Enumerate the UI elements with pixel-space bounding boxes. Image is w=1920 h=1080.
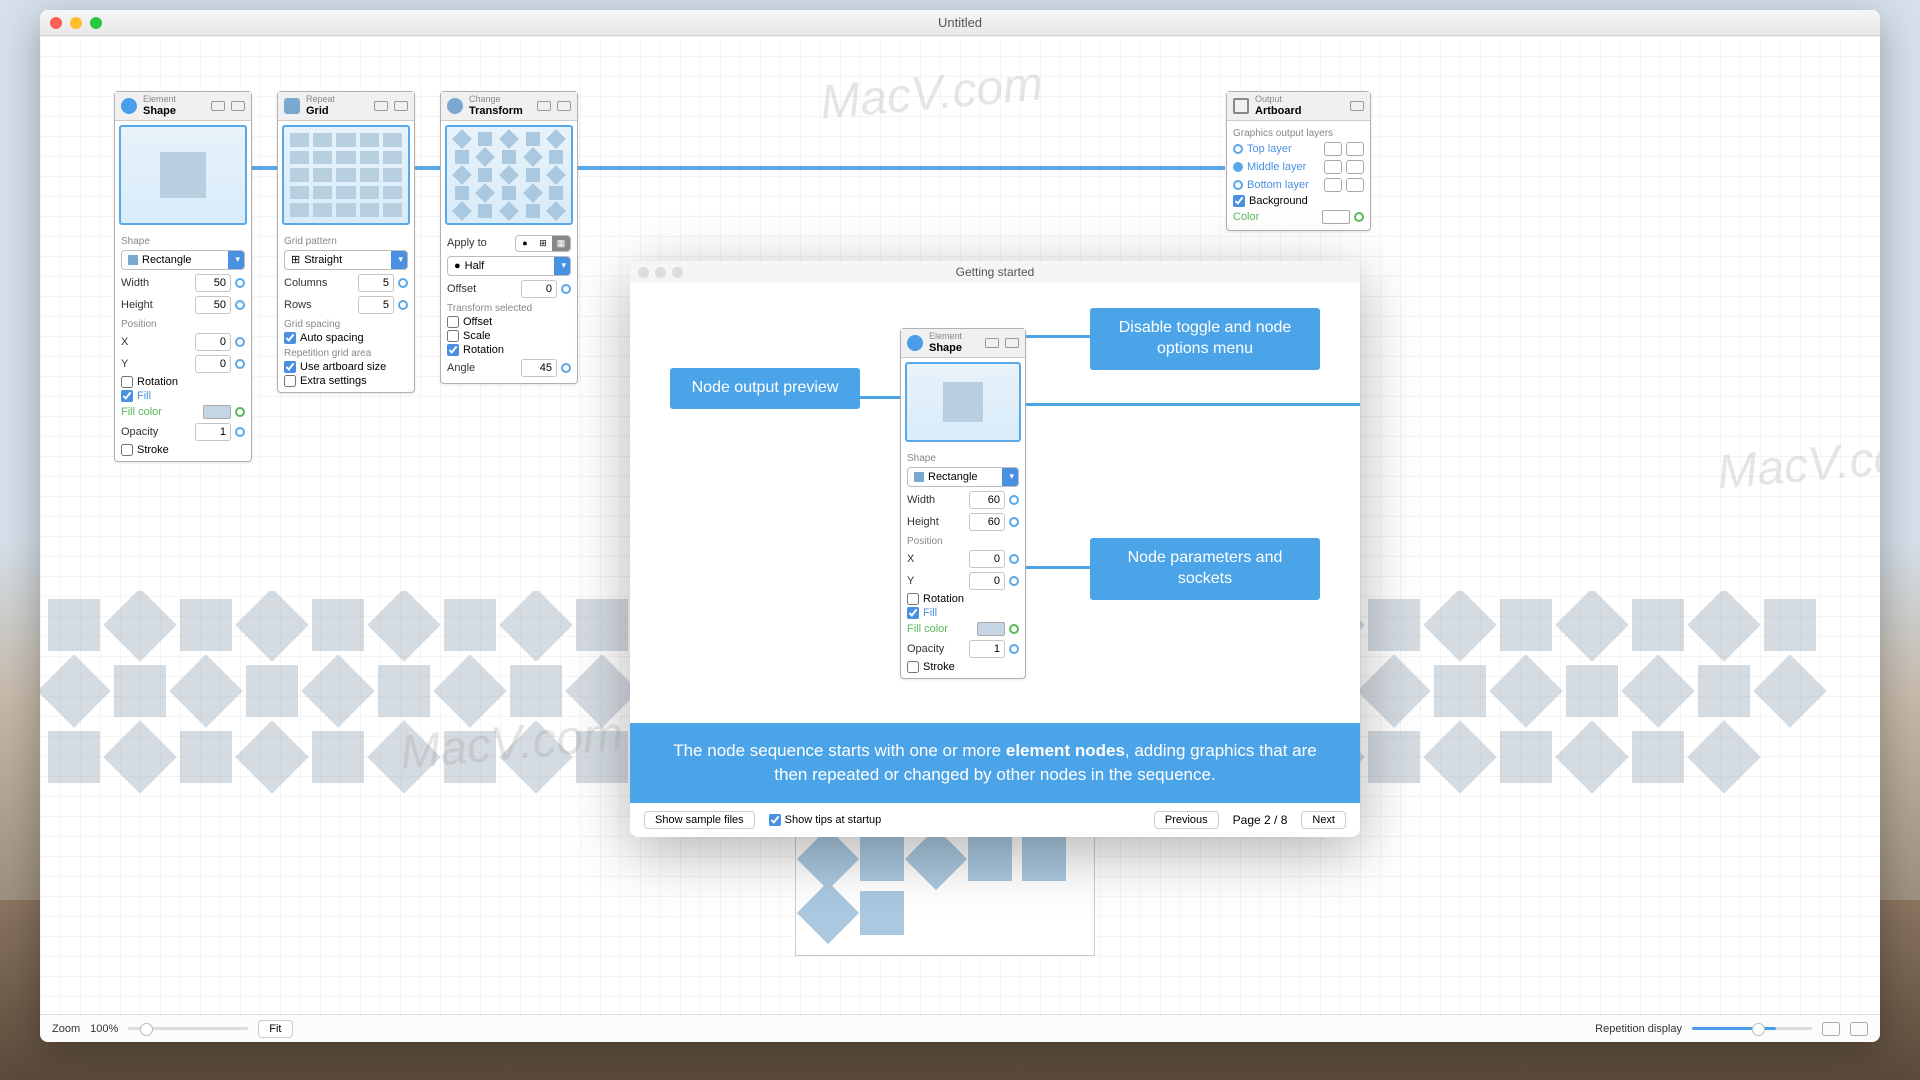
node-grid[interactable]: RepeatGrid Grid pattern ⊞Straight▾ Colum… <box>277 91 415 393</box>
socket[interactable] <box>235 359 245 369</box>
menu-icon[interactable] <box>1350 101 1364 111</box>
callout-params: Node parameters and sockets <box>1090 538 1320 600</box>
artboard-icon <box>1233 98 1249 114</box>
width-input[interactable] <box>195 274 231 292</box>
menu-icon[interactable] <box>557 101 571 111</box>
canvas[interactable]: ElementShape Shape Rectangle▾ Width Heig… <box>40 36 1880 1014</box>
rows-input[interactable] <box>358 296 394 314</box>
y-input[interactable] <box>195 355 231 373</box>
tutorial-message: The node sequence starts with one or mor… <box>630 723 1360 803</box>
node-preview <box>282 125 410 225</box>
visibility-toggle[interactable] <box>211 101 225 111</box>
socket[interactable] <box>1354 212 1364 222</box>
extra-checkbox[interactable] <box>284 375 296 387</box>
socket[interactable] <box>235 278 245 288</box>
menu-icon[interactable] <box>231 101 245 111</box>
visibility-icon[interactable] <box>1324 142 1342 156</box>
socket[interactable] <box>235 337 245 347</box>
titlebar: Untitled <box>40 10 1880 36</box>
socket[interactable] <box>235 300 245 310</box>
minimize-button[interactable] <box>70 17 82 29</box>
callout-preview: Node output preview <box>670 368 860 409</box>
tf-offset-checkbox[interactable] <box>447 316 459 328</box>
previous-button[interactable]: Previous <box>1154 811 1219 829</box>
menu-icon[interactable] <box>394 101 408 111</box>
columns-input[interactable] <box>358 274 394 292</box>
socket[interactable] <box>561 363 571 373</box>
repetition-slider[interactable] <box>1692 1027 1812 1030</box>
fullscreen-icon[interactable] <box>1850 1022 1868 1036</box>
selection-highlight <box>795 826 1095 956</box>
show-samples-button[interactable]: Show sample files <box>644 811 755 829</box>
menu-icon[interactable] <box>1346 142 1364 156</box>
socket[interactable] <box>1233 144 1243 154</box>
shape-icon <box>907 335 923 351</box>
node-preview <box>119 125 247 225</box>
node-shape[interactable]: ElementShape Shape Rectangle▾ Width Heig… <box>114 91 252 462</box>
applyto-segment[interactable]: ●⊞▦ <box>515 235 571 252</box>
close-button[interactable] <box>638 267 649 278</box>
grid-icon <box>284 98 300 114</box>
bg-swatch[interactable] <box>1322 210 1350 224</box>
zoom-value: 100% <box>90 1023 118 1035</box>
next-button[interactable]: Next <box>1301 811 1346 829</box>
zoom-slider[interactable] <box>128 1027 248 1030</box>
stroke-checkbox[interactable] <box>121 444 133 456</box>
visibility-toggle[interactable] <box>374 101 388 111</box>
height-input[interactable] <box>195 296 231 314</box>
node-artboard[interactable]: OutputArtboard Graphics output layers To… <box>1226 91 1371 231</box>
connector <box>250 166 280 170</box>
callout-toggle: Disable toggle and node options menu <box>1090 308 1320 370</box>
window-title: Untitled <box>938 15 982 30</box>
repetition-label: Repetition display <box>1595 1023 1682 1035</box>
apply-select[interactable]: ●Half▾ <box>447 256 571 276</box>
visibility-icon[interactable] <box>1324 178 1342 192</box>
menu-icon[interactable] <box>1346 160 1364 174</box>
page-indicator: Page 2 / 8 <box>1233 813 1288 827</box>
x-input[interactable] <box>195 333 231 351</box>
socket[interactable] <box>235 427 245 437</box>
angle-input[interactable] <box>521 359 557 377</box>
tf-rotation-checkbox[interactable] <box>447 344 459 356</box>
footer: Zoom 100% Fit Repetition display <box>40 1014 1880 1042</box>
pattern-select[interactable]: ⊞Straight▾ <box>284 250 408 270</box>
autospacing-checkbox[interactable] <box>284 332 296 344</box>
close-button[interactable] <box>50 17 62 29</box>
background-checkbox[interactable] <box>1233 195 1245 207</box>
maximize-button[interactable] <box>90 17 102 29</box>
show-tips-checkbox[interactable] <box>769 814 781 826</box>
opacity-input[interactable] <box>195 423 231 441</box>
socket[interactable] <box>398 278 408 288</box>
socket[interactable] <box>1233 180 1243 190</box>
view-mode-icon[interactable] <box>1822 1022 1840 1036</box>
node-preview <box>445 125 573 225</box>
menu-icon[interactable] <box>1346 178 1364 192</box>
demo-node-shape: ElementShape Shape Rectangle▾ Width Heig… <box>900 328 1026 679</box>
fill-checkbox[interactable] <box>121 390 133 402</box>
offset-input[interactable] <box>521 280 557 298</box>
visibility-toggle <box>985 338 999 348</box>
node-transform[interactable]: ChangeTransform Apply to●⊞▦ ●Half▾ Offse… <box>440 91 578 384</box>
fit-button[interactable]: Fit <box>258 1020 292 1038</box>
socket[interactable] <box>561 284 571 294</box>
tf-scale-checkbox[interactable] <box>447 330 459 342</box>
menu-icon <box>1005 338 1019 348</box>
tutorial-dialog: Getting started ElementShape Shape Recta… <box>630 261 1360 837</box>
artboard-checkbox[interactable] <box>284 361 296 373</box>
shape-icon <box>121 98 137 114</box>
color-swatch[interactable] <box>203 405 231 419</box>
transform-icon <box>447 98 463 114</box>
connector <box>413 166 443 170</box>
visibility-toggle[interactable] <box>537 101 551 111</box>
socket[interactable] <box>398 300 408 310</box>
connector <box>575 166 1225 170</box>
zoom-label: Zoom <box>52 1023 80 1035</box>
app-window: Untitled ElementShape Shape Rectangle▾ W… <box>40 10 1880 1042</box>
socket[interactable] <box>235 407 245 417</box>
rotation-checkbox[interactable] <box>121 376 133 388</box>
shape-select[interactable]: Rectangle▾ <box>121 250 245 270</box>
socket[interactable] <box>1233 162 1243 172</box>
visibility-icon[interactable] <box>1324 160 1342 174</box>
